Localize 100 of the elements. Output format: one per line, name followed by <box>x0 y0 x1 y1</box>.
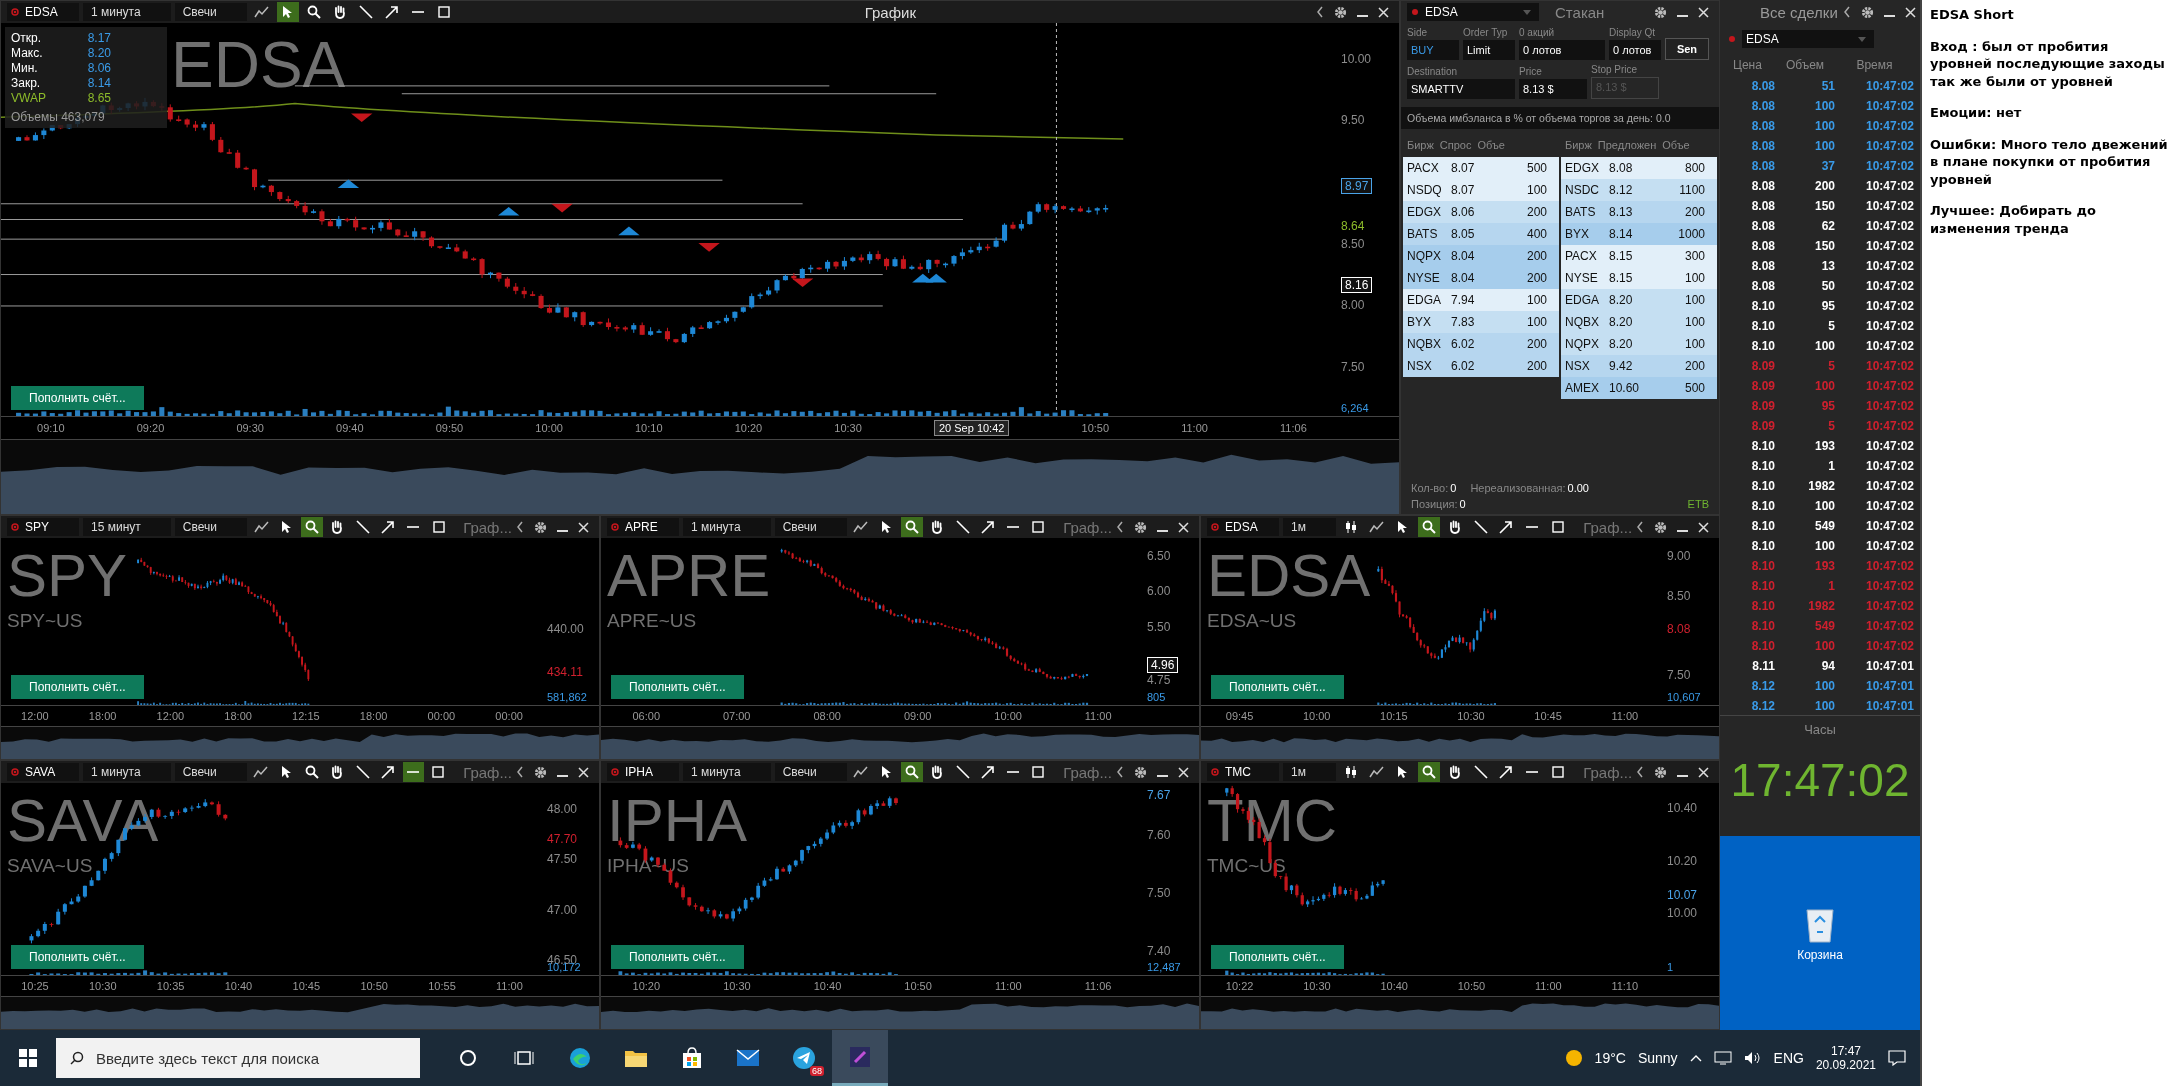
price-label: 6.50 <box>1147 548 1171 563</box>
chart-type-dropdown[interactable]: Свечи <box>774 763 847 781</box>
chart-type-dropdown[interactable]: Свечи <box>174 763 247 781</box>
order-type-dropdown[interactable]: Limit <box>1463 40 1515 60</box>
symbol-dropdown[interactable]: EDSA <box>1207 518 1279 536</box>
time-label: 11:00 <box>1611 710 1639 722</box>
interval-dropdown[interactable]: 1м <box>1283 763 1336 781</box>
size-cell-text: 200 <box>1525 205 1548 219</box>
time-label: 10:30 <box>89 980 117 992</box>
time-label: 10:10 <box>635 422 663 434</box>
time-label: 09:10 <box>37 422 65 434</box>
size-cell-text: 500 <box>1683 381 1706 395</box>
note-paragraph: EDSA Short <box>1930 6 2015 24</box>
symbol-dropdown[interactable]: SPY <box>7 518 79 536</box>
deposit-button[interactable]: Пополнить счёт... <box>11 386 144 410</box>
trade-row-text: 8.09 95 10:47:02 <box>1750 398 1915 415</box>
exchange-cell-text: EDGA <box>1565 293 1600 307</box>
symbol-dropdown[interactable]: SAVA <box>7 763 79 781</box>
note-paragraph: Емоции: нет <box>1930 104 2023 122</box>
price-label: 440.00 <box>547 621 584 636</box>
symbol-dropdown[interactable]: APRE <box>607 518 679 536</box>
size-cell-text: 200 <box>1683 205 1706 219</box>
telegram-taskbar-button[interactable]: 68 <box>776 1030 832 1086</box>
unrealized-value: 0.00 <box>1567 482 1589 494</box>
time-label: 11:00 <box>1534 980 1562 992</box>
deposit-button[interactable]: Пополнить счёт... <box>1211 945 1344 969</box>
interval-dropdown[interactable]: 1м <box>1283 518 1336 536</box>
size-cell-text: 1000 <box>1677 227 1706 241</box>
search-field[interactable]: Введите здесь текст для поиска <box>56 1038 420 1078</box>
price-cell-text: 8.06 <box>1451 205 1476 219</box>
trade-row-text: 8.10 549 10:47:02 <box>1750 518 1915 535</box>
chart-type-dropdown[interactable]: Свечи <box>174 3 247 21</box>
legend-label: VWAP <box>11 91 46 105</box>
chart-type-dropdown[interactable]: Свечи <box>174 518 247 536</box>
side-dropdown[interactable]: BUY <box>1407 40 1459 60</box>
language-indicator[interactable]: ENG <box>1773 1050 1804 1066</box>
time-label: 10:45 <box>1534 710 1562 722</box>
field-label: Price <box>1519 66 1543 77</box>
taskbar-time[interactable]: 17:47 <box>1830 1044 1861 1058</box>
legend-label: Мин. <box>11 61 38 75</box>
send-button[interactable]: Sen <box>1665 38 1709 60</box>
price-cell-text: 8.08 <box>1609 161 1634 175</box>
note-paragraph: Лучшее: Добирать до изменения тренда <box>1930 202 2097 238</box>
watermark-subtitle: SPY~US <box>7 610 83 632</box>
exchange-cell-text: AMEX <box>1565 381 1600 395</box>
interval-dropdown[interactable]: 1 минута <box>683 763 771 781</box>
time-label: 10:22 <box>1225 980 1254 992</box>
interval-dropdown[interactable]: 1 минута <box>683 518 771 536</box>
size-cell-text: 800 <box>1683 161 1706 175</box>
symbol-dropdown[interactable]: EDSA <box>1407 3 1539 21</box>
price-label: 10.20 <box>1667 853 1698 868</box>
price-label: 4.96 <box>1147 657 1179 674</box>
price-cell-text: 8.20 <box>1609 315 1634 329</box>
size-cell-text: 200 <box>1525 271 1548 285</box>
display-quantity-field[interactable]: 0 лотов <box>1609 40 1661 60</box>
exchange-cell-text: NQBX <box>1565 315 1600 329</box>
size-cell-text: 200 <box>1683 359 1706 373</box>
clock-time: 17:47:02 <box>1730 753 1910 807</box>
interval-dropdown[interactable]: 1 минута <box>83 3 171 21</box>
trade-row-text: 8.10 100 10:47:02 <box>1750 638 1915 655</box>
deposit-button[interactable]: Пополнить счёт... <box>611 675 744 699</box>
column-header: Объем <box>1784 58 1826 72</box>
price-label: 7.67 <box>1147 787 1171 802</box>
crosshair-time-label: 20 Sep 10:42 <box>933 420 1010 436</box>
trade-row-text: 8.10 1 10:47:02 <box>1750 578 1915 595</box>
price-label: 8.08 <box>1667 622 1691 637</box>
size-cell-text: 300 <box>1683 249 1706 263</box>
field-label: Destination <box>1407 66 1459 77</box>
deposit-button[interactable]: Пополнить счёт... <box>1211 675 1344 699</box>
price-field[interactable]: 8.13 $ <box>1519 79 1587 99</box>
exchange-cell-text: NQBX <box>1407 337 1442 351</box>
deposit-button[interactable]: Пополнить счёт... <box>11 945 144 969</box>
interval-dropdown[interactable]: 15 минут <box>83 518 171 536</box>
taskbar-date[interactable]: 20.09.2021 <box>1815 1058 1876 1072</box>
trade-row-text: 8.10 100 10:47:02 <box>1750 338 1915 355</box>
symbol-dropdown[interactable]: IPHA <box>607 763 679 781</box>
symbol-dropdown[interactable]: TMC <box>1207 763 1279 781</box>
time-label: 18:00 <box>359 710 388 722</box>
size-cell-text: 1100 <box>1678 183 1706 197</box>
trade-row-text: 8.11 94 10:47:01 <box>1751 658 1915 675</box>
field-label: Display Qt <box>1609 27 1657 38</box>
price-label: 8.50 <box>1341 236 1365 251</box>
symbol-dropdown[interactable]: EDSA <box>7 3 79 21</box>
column-header: Объе <box>1662 139 1690 151</box>
price-label: 8.00 <box>1341 298 1365 313</box>
interval-dropdown[interactable]: 1 минута <box>83 763 171 781</box>
price-cell-text: 8.04 <box>1451 249 1476 263</box>
destination-dropdown[interactable]: SMARTTV <box>1407 79 1515 99</box>
deposit-button[interactable]: Пополнить счёт... <box>611 945 744 969</box>
column-header: Объе <box>1477 139 1505 151</box>
chart-type-dropdown[interactable]: Свечи <box>774 518 847 536</box>
trade-row-text: 8.10 1982 10:47:02 <box>1750 598 1915 615</box>
desktop-icon-label: Корзина <box>1797 948 1843 962</box>
price-label: 10.00 <box>1341 51 1372 66</box>
deposit-button[interactable]: Пополнить счёт... <box>11 675 144 699</box>
symbol-text: IPHA <box>625 765 653 779</box>
quantity-field[interactable]: 0 лотов <box>1519 40 1605 60</box>
field-label: Stop Price <box>1591 64 1639 75</box>
price-label: 5.50 <box>1147 619 1171 634</box>
symbol-dropdown[interactable]: EDSA <box>1742 30 1874 48</box>
